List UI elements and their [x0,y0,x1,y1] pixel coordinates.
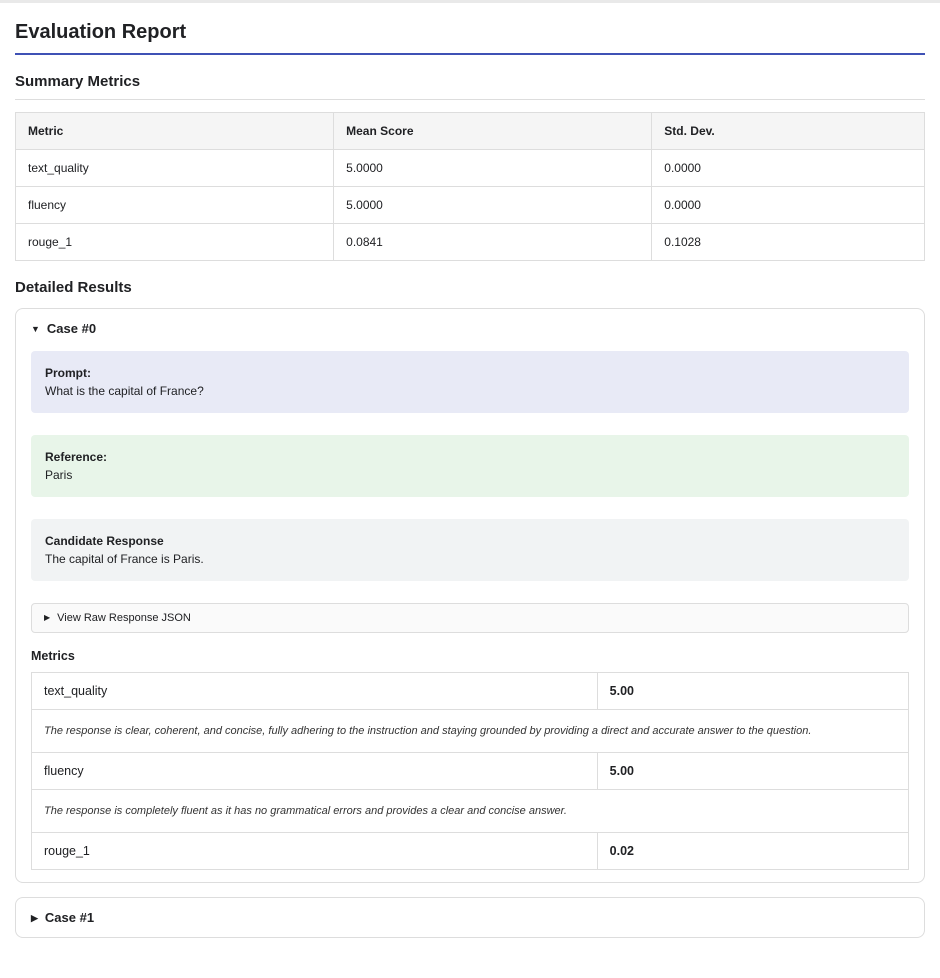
candidate-response-label: Candidate Response [45,532,895,550]
metric-name-cell: text_quality [16,150,334,187]
case-metrics-table: text_quality 5.00 The response is clear,… [31,672,909,870]
table-row: The response is completely fluent as it … [32,790,909,833]
metric-explanation-cell: The response is clear, coherent, and con… [32,710,909,753]
summary-header-std: Std. Dev. [652,113,925,150]
prompt-box: Prompt: What is the capital of France? [31,351,909,413]
metric-name-cell: rouge_1 [16,224,334,261]
std-dev-cell: 0.0000 [652,150,925,187]
summary-header-mean: Mean Score [334,113,652,150]
metric-score-cell: 0.02 [597,833,908,870]
reference-text: Paris [45,466,895,484]
metric-score-cell: 5.00 [597,673,908,710]
candidate-response-box: Candidate Response The capital of France… [31,519,909,581]
triangle-right-icon: ▶ [31,913,38,924]
triangle-down-icon: ▼ [31,324,40,334]
reference-label: Reference: [45,448,895,466]
mean-score-cell: 0.0841 [334,224,652,261]
prompt-label: Prompt: [45,364,895,382]
metric-name-cell: fluency [32,753,598,790]
std-dev-cell: 0.1028 [652,224,925,261]
summary-table: Metric Mean Score Std. Dev. text_quality… [15,112,925,261]
candidate-response-text: The capital of France is Paris. [45,550,895,568]
case-0-label: Case #0 [47,321,96,336]
case-0-summary[interactable]: ▼ Case #0 [31,321,909,336]
triangle-right-icon: ▶ [44,613,50,622]
summary-metrics-heading: Summary Metrics [15,73,925,100]
table-row: text_quality 5.0000 0.0000 [16,150,925,187]
case-1-summary[interactable]: ▶ Case #1 [31,910,909,925]
metric-explanation-cell: The response is completely fluent as it … [32,790,909,833]
table-row: rouge_1 0.02 [32,833,909,870]
case-1-label: Case #1 [45,910,94,925]
report-page: Evaluation Report Summary Metrics Metric… [0,3,940,978]
std-dev-cell: 0.0000 [652,187,925,224]
raw-response-json-summary[interactable]: ▶ View Raw Response JSON [44,612,896,624]
prompt-text: What is the capital of France? [45,382,895,400]
metrics-heading: Metrics [31,649,909,663]
page-title: Evaluation Report [15,21,925,55]
reference-box: Reference: Paris [31,435,909,497]
metric-score-cell: 5.00 [597,753,908,790]
table-row: rouge_1 0.0841 0.1028 [16,224,925,261]
table-row: text_quality 5.00 [32,673,909,710]
raw-response-json-label: View Raw Response JSON [57,612,191,624]
case-0-details: ▼ Case #0 Prompt: What is the capital of … [15,308,925,883]
table-row: The response is clear, coherent, and con… [32,710,909,753]
detailed-results-heading: Detailed Results [15,279,925,296]
mean-score-cell: 5.0000 [334,150,652,187]
raw-response-json-details: ▶ View Raw Response JSON [31,603,909,633]
metric-name-cell: rouge_1 [32,833,598,870]
mean-score-cell: 5.0000 [334,187,652,224]
table-row: fluency 5.0000 0.0000 [16,187,925,224]
case-1-details: ▶ Case #1 [15,897,925,938]
metric-name-cell: text_quality [32,673,598,710]
metric-name-cell: fluency [16,187,334,224]
table-row: fluency 5.00 [32,753,909,790]
summary-header-row: Metric Mean Score Std. Dev. [16,113,925,150]
summary-header-metric: Metric [16,113,334,150]
